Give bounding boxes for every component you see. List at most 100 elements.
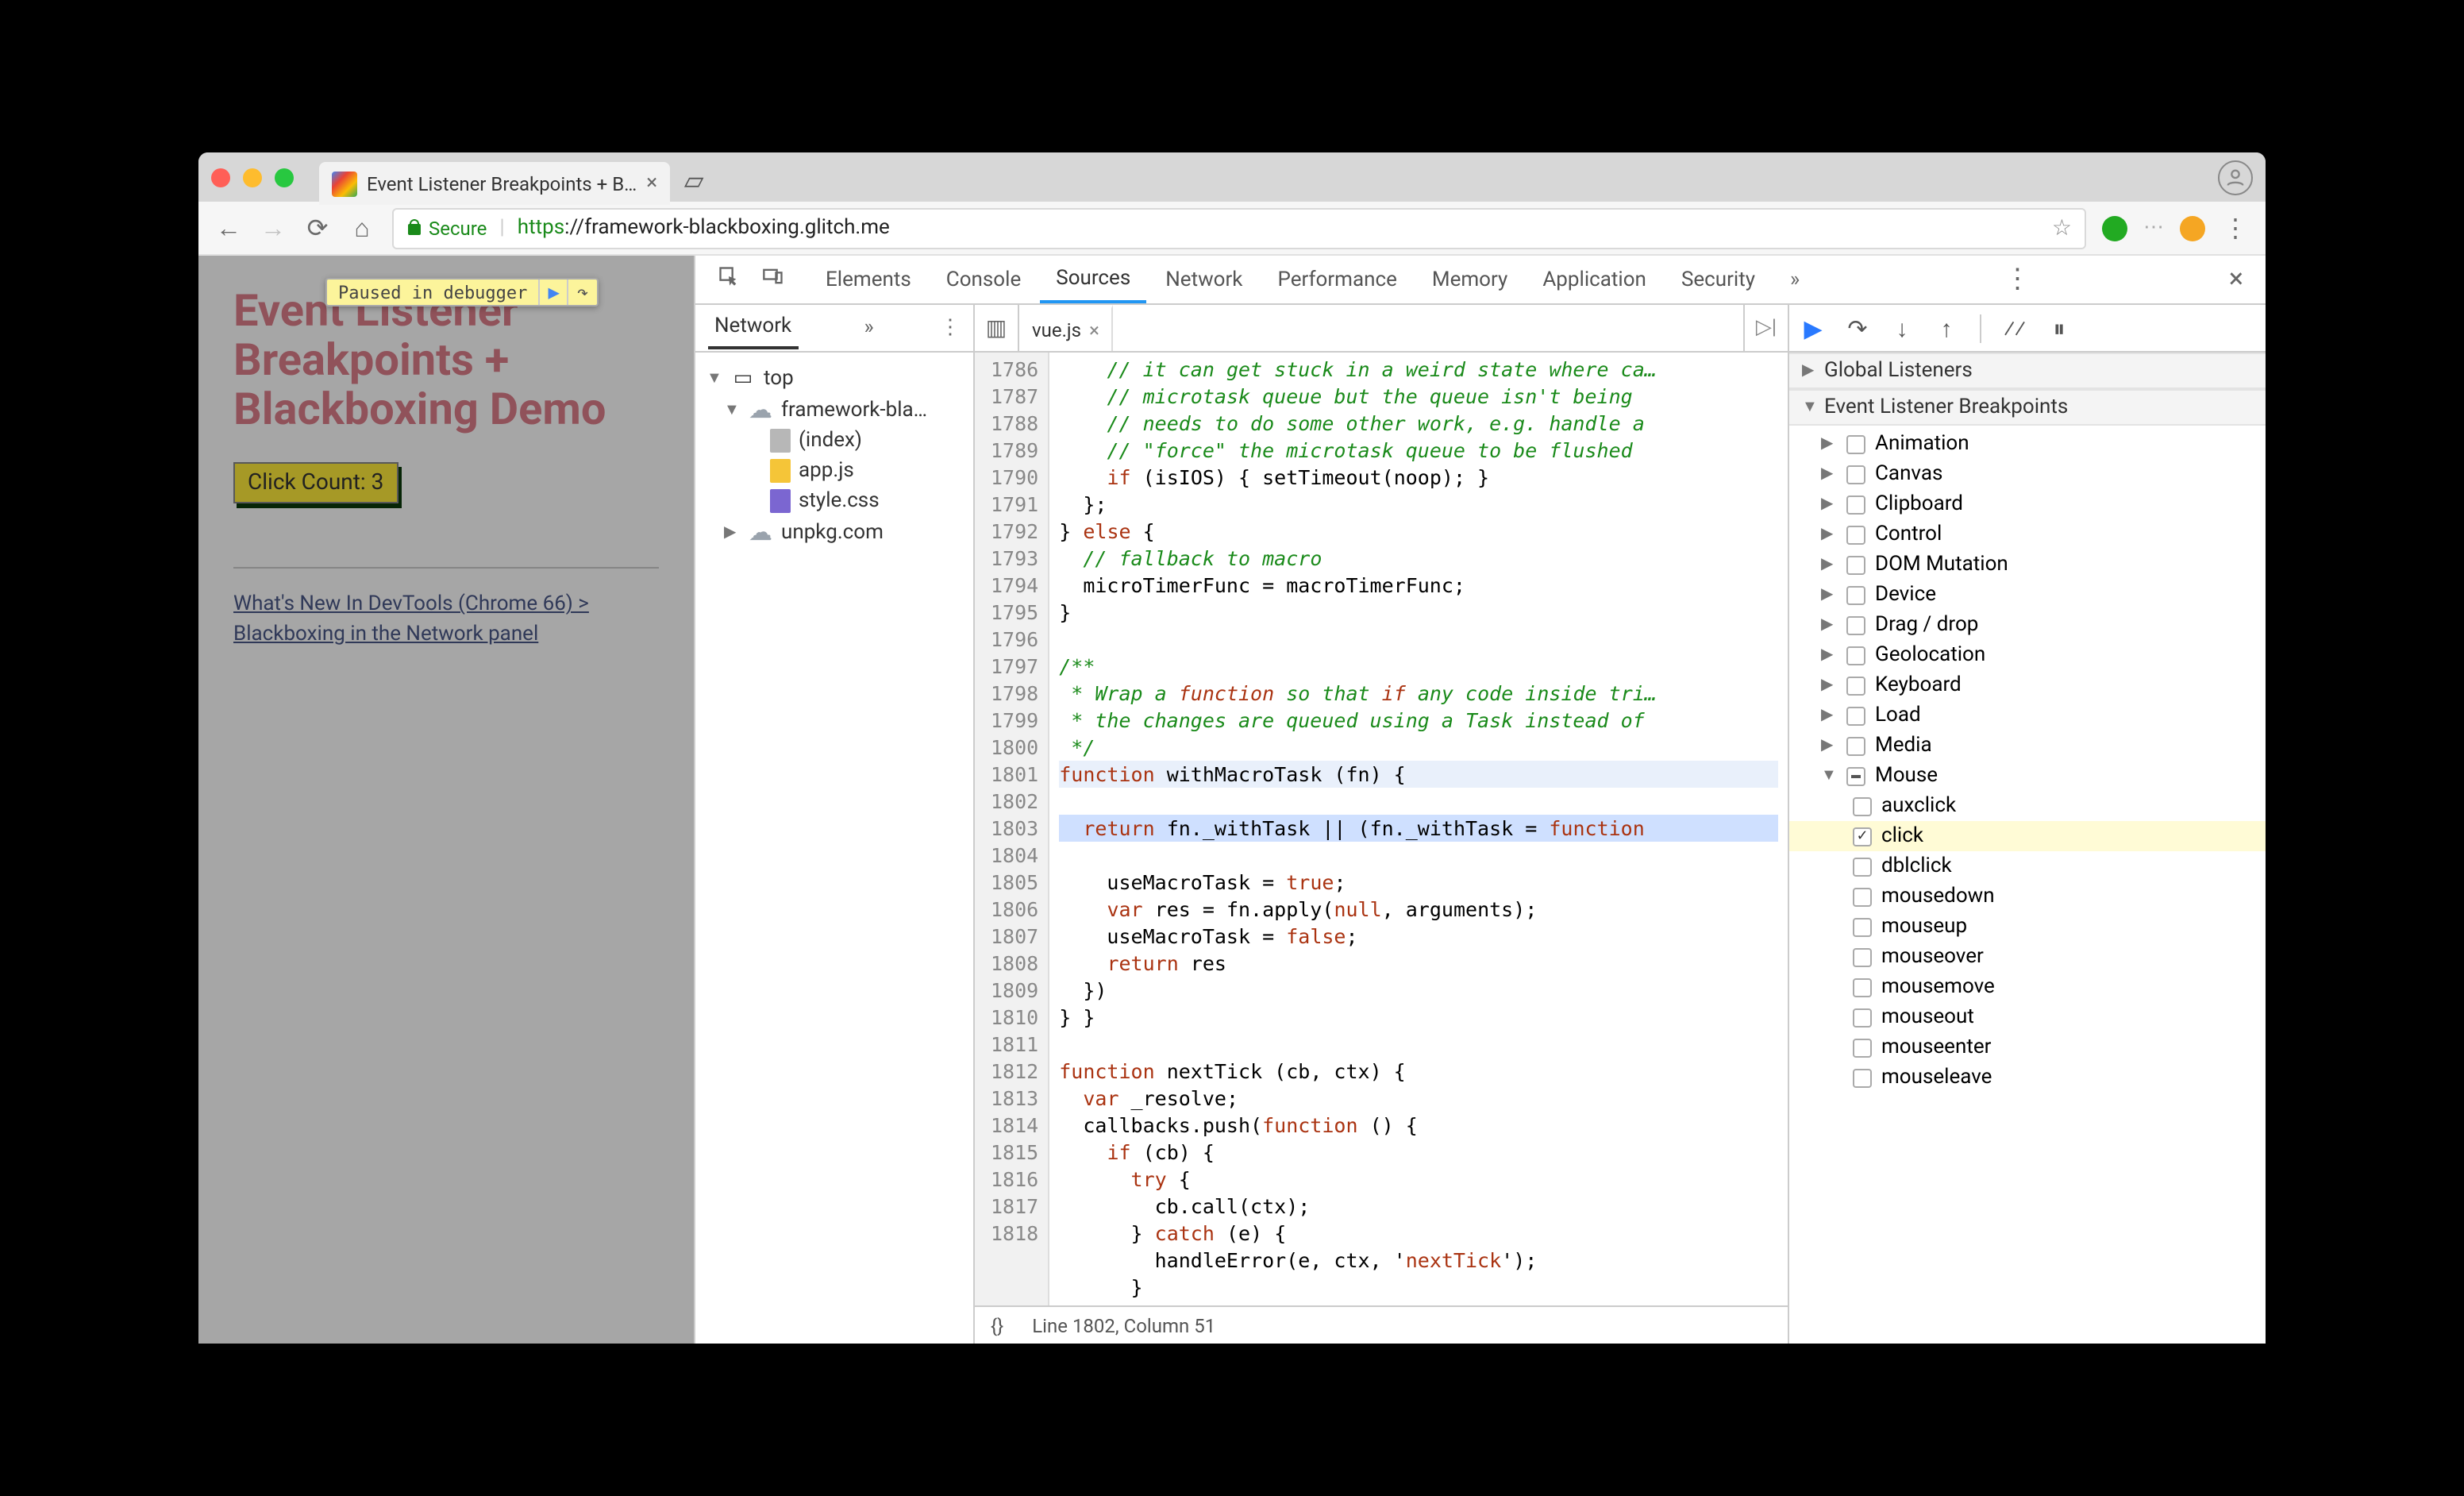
elb-category-load[interactable]: ▶Load <box>1789 700 2266 731</box>
devtools-tab-security[interactable]: Security <box>1665 256 1771 303</box>
new-tab-button[interactable]: ▱ <box>676 163 711 198</box>
elb-category-device[interactable]: ▶Device <box>1789 580 2266 610</box>
pane-global-listeners[interactable]: ▶Global Listeners <box>1789 353 2266 389</box>
home-button[interactable]: ⌂ <box>348 212 376 244</box>
step-out-icon[interactable]: ↑ <box>1932 314 1961 342</box>
checkbox-icon[interactable] <box>1853 977 1872 997</box>
deactivate-breakpoints-icon[interactable]: ⁄⁄ <box>2000 314 2029 342</box>
elb-event-mousedown[interactable]: mousedown <box>1789 881 2266 912</box>
step-over-icon[interactable]: ↷ <box>1843 314 1872 342</box>
checkbox-icon[interactable] <box>1846 766 1865 785</box>
elb-event-dblclick[interactable]: dblclick <box>1789 851 2266 881</box>
checkbox-icon[interactable] <box>1846 736 1865 755</box>
extension-icon[interactable]: ⋯ <box>2143 216 2164 240</box>
checkbox-icon[interactable] <box>1846 495 1865 514</box>
tree-file-stylecss[interactable]: style.css <box>702 486 967 516</box>
elb-category-mouse[interactable]: ▼Mouse <box>1789 761 2266 791</box>
run-snippet-icon[interactable]: ▷| <box>1743 305 1788 351</box>
code-area[interactable]: // it can get stuck in a weird state whe… <box>1049 353 1788 1305</box>
elb-event-click[interactable]: click <box>1789 821 2266 851</box>
extension-icon[interactable] <box>2180 215 2205 241</box>
elb-event-mouseup[interactable]: mouseup <box>1789 912 2266 942</box>
doc-link[interactable]: What's New In DevTools (Chrome 66) > Bla… <box>233 592 659 650</box>
editor-tab[interactable]: vue.js × <box>1019 305 1114 351</box>
browser-tab[interactable]: Event Listener Breakpoints + B… × <box>319 162 670 205</box>
devtools-tab-application[interactable]: Application <box>1527 256 1662 303</box>
devtools-tab-sources[interactable]: Sources <box>1040 256 1146 303</box>
pane-event-listener-breakpoints[interactable]: ▼Event Listener Breakpoints <box>1789 389 2266 426</box>
elb-category-media[interactable]: ▶Media <box>1789 731 2266 761</box>
inspect-element-icon[interactable] <box>708 265 749 294</box>
extension-icon[interactable] <box>2102 215 2127 241</box>
checkbox-icon[interactable] <box>1853 887 1872 906</box>
click-counter-button[interactable]: Click Count: 3 <box>233 463 398 504</box>
elb-event-mousemove[interactable]: mousemove <box>1789 972 2266 1002</box>
elb-event-mouseenter[interactable]: mouseenter <box>1789 1032 2266 1062</box>
checkbox-icon[interactable] <box>1853 917 1872 936</box>
elb-category-canvas[interactable]: ▶Canvas <box>1789 459 2266 489</box>
profile-avatar-icon[interactable] <box>2218 160 2253 195</box>
elb-category-control[interactable]: ▶Control <box>1789 519 2266 549</box>
checkbox-icon[interactable] <box>1853 1068 1872 1087</box>
devtools-tab-memory[interactable]: Memory <box>1416 256 1523 303</box>
zoom-window-icon[interactable] <box>275 168 294 187</box>
close-window-icon[interactable] <box>211 168 230 187</box>
devtools-tab-console[interactable]: Console <box>930 256 1037 303</box>
checkbox-icon[interactable] <box>1846 434 1865 453</box>
device-mode-icon[interactable] <box>753 265 794 294</box>
resume-icon[interactable]: ▶ <box>1799 314 1827 342</box>
navigator-tab[interactable]: Network <box>708 307 798 349</box>
resume-icon[interactable]: ▶ <box>538 280 567 305</box>
devtools-menu-icon[interactable]: ⋮ <box>1994 264 2040 295</box>
checkbox-icon[interactable] <box>1846 525 1865 544</box>
checkbox-icon[interactable] <box>1853 947 1872 966</box>
devtools-tab-network[interactable]: Network <box>1149 256 1258 303</box>
back-button[interactable]: ← <box>214 212 243 244</box>
elb-category-keyboard[interactable]: ▶Keyboard <box>1789 670 2266 700</box>
address-bar[interactable]: Secure | https://framework-blackboxing.g… <box>392 207 2086 249</box>
tree-file-appjs[interactable]: app.js <box>702 456 967 486</box>
elb-category-geolocation[interactable]: ▶Geolocation <box>1789 640 2266 670</box>
step-over-icon[interactable]: ↷ <box>568 280 596 305</box>
elb-category-clipboard[interactable]: ▶Clipboard <box>1789 489 2266 519</box>
tree-node-unpkg[interactable]: ▶☁unpkg.com <box>702 516 967 548</box>
checkbox-icon[interactable] <box>1853 1008 1872 1027</box>
elb-category-dom-mutation[interactable]: ▶DOM Mutation <box>1789 549 2266 580</box>
reload-button[interactable]: ⟳ <box>303 213 332 243</box>
tree-file-index[interactable]: (index) <box>702 426 967 456</box>
close-tab-icon[interactable]: × <box>646 172 657 195</box>
more-tabs-icon[interactable]: » <box>1774 268 1815 291</box>
toggle-navigator-icon[interactable]: ▥ <box>975 305 1019 351</box>
checkbox-icon[interactable] <box>1853 857 1872 876</box>
elb-event-mouseover[interactable]: mouseover <box>1789 942 2266 972</box>
checkbox-icon[interactable] <box>1846 465 1865 484</box>
step-into-icon[interactable]: ↓ <box>1888 314 1916 342</box>
tree-node-top[interactable]: ▼▭top <box>702 362 967 394</box>
minimize-window-icon[interactable] <box>243 168 262 187</box>
checkbox-icon[interactable] <box>1846 555 1865 574</box>
checkbox-icon[interactable] <box>1846 676 1865 695</box>
devtools-tab-performance[interactable]: Performance <box>1261 256 1412 303</box>
pause-on-exceptions-icon[interactable]: ⏸ <box>2045 314 2073 342</box>
tree-node-domain[interactable]: ▼☁framework-bla… <box>702 394 967 426</box>
close-editor-tab-icon[interactable]: × <box>1089 318 1099 341</box>
checkbox-icon[interactable] <box>1846 585 1865 604</box>
pretty-print-icon[interactable]: {} <box>991 1314 1003 1336</box>
line-gutter[interactable]: 1786178717881789179017911792179317941795… <box>975 353 1049 1305</box>
checkbox-icon[interactable] <box>1853 1038 1872 1057</box>
checkbox-icon[interactable] <box>1846 646 1865 665</box>
menu-button[interactable]: ⋮ <box>2221 213 2250 243</box>
elb-event-mouseleave[interactable]: mouseleave <box>1789 1062 2266 1093</box>
checkbox-icon[interactable] <box>1853 827 1872 846</box>
more-icon[interactable]: » <box>864 316 874 340</box>
devtools-close-icon[interactable]: × <box>2220 264 2253 295</box>
elb-category-animation[interactable]: ▶Animation <box>1789 429 2266 459</box>
forward-button[interactable]: → <box>259 212 287 244</box>
checkbox-icon[interactable] <box>1846 706 1865 725</box>
elb-category-drag-drop[interactable]: ▶Drag / drop <box>1789 610 2266 640</box>
menu-icon[interactable]: ⋮ <box>940 316 961 340</box>
elb-event-mouseout[interactable]: mouseout <box>1789 1002 2266 1032</box>
devtools-tab-elements[interactable]: Elements <box>810 256 927 303</box>
bookmark-star-icon[interactable]: ☆ <box>2052 215 2072 241</box>
checkbox-icon[interactable] <box>1853 796 1872 815</box>
